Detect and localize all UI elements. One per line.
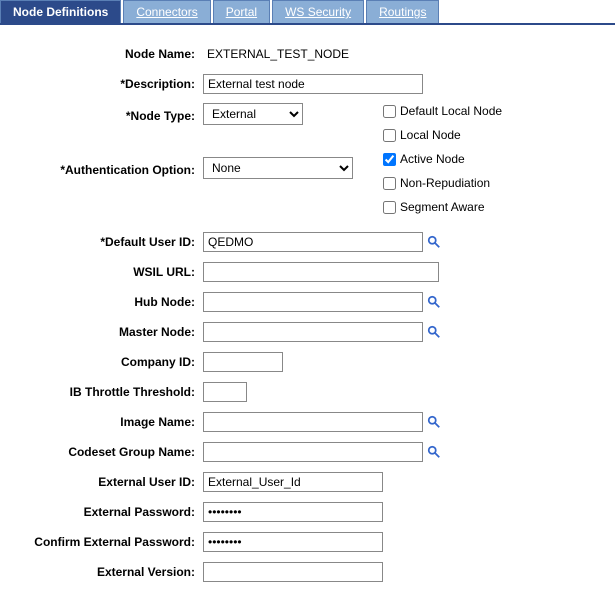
checkbox-group: Default Local Node Local Node Active Nod… bbox=[383, 101, 502, 217]
label-chk-default-local-node: Default Local Node bbox=[400, 104, 502, 118]
tab-strip: Node Definitions Connectors Portal WS Se… bbox=[0, 0, 615, 25]
label-node-name: Node Name: bbox=[8, 47, 203, 61]
label-chk-non-repudiation: Non-Repudiation bbox=[400, 176, 490, 190]
tab-routings[interactable]: Routings bbox=[366, 0, 439, 23]
select-auth-option[interactable]: None bbox=[203, 157, 353, 179]
tab-portal[interactable]: Portal bbox=[213, 0, 270, 23]
input-ib-throttle[interactable] bbox=[203, 382, 247, 402]
chk-local-node[interactable]: Local Node bbox=[383, 125, 502, 145]
label-external-password: External Password: bbox=[8, 505, 203, 519]
label-image-name: Image Name: bbox=[8, 415, 203, 429]
label-auth-option: *Authentication Option: bbox=[8, 159, 203, 177]
checkbox-segment-aware[interactable] bbox=[383, 201, 396, 214]
label-default-user-id: *Default User ID: bbox=[8, 235, 203, 249]
input-hub-node[interactable] bbox=[203, 292, 423, 312]
lookup-icon[interactable] bbox=[427, 235, 441, 249]
chk-non-repudiation[interactable]: Non-Repudiation bbox=[383, 173, 502, 193]
label-chk-local-node: Local Node bbox=[400, 128, 461, 142]
lookup-icon[interactable] bbox=[427, 325, 441, 339]
label-description: *Description: bbox=[8, 77, 203, 91]
label-codeset-group: Codeset Group Name: bbox=[8, 445, 203, 459]
checkbox-active-node[interactable] bbox=[383, 153, 396, 166]
input-description[interactable] bbox=[203, 74, 423, 94]
chk-segment-aware[interactable]: Segment Aware bbox=[383, 197, 502, 217]
label-ib-throttle: IB Throttle Threshold: bbox=[8, 385, 203, 399]
label-chk-active-node: Active Node bbox=[400, 152, 465, 166]
lookup-icon[interactable] bbox=[427, 415, 441, 429]
label-external-version: External Version: bbox=[8, 565, 203, 579]
chk-active-node[interactable]: Active Node bbox=[383, 149, 502, 169]
label-node-type: *Node Type: bbox=[8, 105, 203, 123]
input-external-user-id[interactable] bbox=[203, 472, 383, 492]
input-company-id[interactable] bbox=[203, 352, 283, 372]
input-confirm-external-password[interactable] bbox=[203, 532, 383, 552]
label-confirm-external-password: Confirm External Password: bbox=[8, 535, 203, 549]
label-hub-node: Hub Node: bbox=[8, 295, 203, 309]
tab-connectors[interactable]: Connectors bbox=[123, 0, 210, 23]
select-node-type[interactable]: External bbox=[203, 103, 303, 125]
input-external-password[interactable] bbox=[203, 502, 383, 522]
label-external-user-id: External User ID: bbox=[8, 475, 203, 489]
tab-node-definitions[interactable]: Node Definitions bbox=[0, 0, 121, 23]
input-wsil-url[interactable] bbox=[203, 262, 439, 282]
chk-default-local-node[interactable]: Default Local Node bbox=[383, 101, 502, 121]
label-chk-segment-aware: Segment Aware bbox=[400, 200, 485, 214]
form-node-definitions: Node Name: EXTERNAL_TEST_NODE *Descripti… bbox=[0, 25, 615, 597]
checkbox-non-repudiation[interactable] bbox=[383, 177, 396, 190]
checkbox-local-node[interactable] bbox=[383, 129, 396, 142]
input-default-user-id[interactable] bbox=[203, 232, 423, 252]
lookup-icon[interactable] bbox=[427, 445, 441, 459]
input-master-node[interactable] bbox=[203, 322, 423, 342]
tab-ws-security[interactable]: WS Security bbox=[272, 0, 364, 23]
input-external-version[interactable] bbox=[203, 562, 383, 582]
lookup-icon[interactable] bbox=[427, 295, 441, 309]
checkbox-default-local-node[interactable] bbox=[383, 105, 396, 118]
label-company-id: Company ID: bbox=[8, 355, 203, 369]
label-master-node: Master Node: bbox=[8, 325, 203, 339]
label-wsil-url: WSIL URL: bbox=[8, 265, 203, 279]
input-image-name[interactable] bbox=[203, 412, 423, 432]
input-codeset-group[interactable] bbox=[203, 442, 423, 462]
value-node-name: EXTERNAL_TEST_NODE bbox=[203, 47, 349, 61]
